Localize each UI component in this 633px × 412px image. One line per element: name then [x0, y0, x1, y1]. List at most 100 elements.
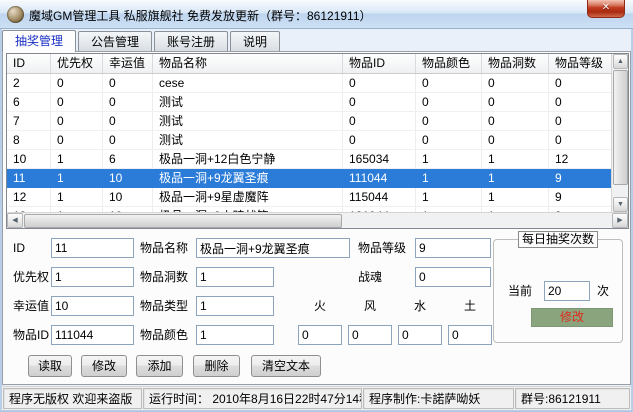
scroll-left-icon[interactable]: ◀ — [7, 213, 23, 228]
cell-priority: 0 — [51, 93, 103, 112]
cell-id: 12 — [7, 188, 51, 207]
read-button[interactable]: 读取 — [28, 355, 72, 377]
war-soul-field[interactable] — [415, 267, 491, 287]
cell-priority: 1 — [51, 150, 103, 169]
item-holes-label: 物品洞数 — [140, 267, 188, 287]
daily-draws-groupbox: 每日抽奖次数 当前 次 修改 — [493, 239, 623, 343]
cell-luck: 10 — [103, 169, 153, 188]
daily-modify-button[interactable]: 修改 — [531, 308, 613, 327]
luck-field[interactable] — [51, 296, 134, 316]
item-type-label: 物品类型 — [140, 296, 188, 316]
element-fire-label: 火 — [298, 296, 342, 316]
cell-item-color: 0 — [416, 93, 482, 112]
current-label: 当前 — [508, 281, 532, 301]
column-header-item-id[interactable]: 物品ID — [343, 54, 416, 73]
column-header-luck[interactable]: 幸运值 — [103, 54, 153, 73]
cell-item-name: 极品一洞+9龙翼圣痕 — [153, 169, 343, 188]
close-icon: ✕ — [602, 2, 610, 13]
cell-item-color: 1 — [416, 188, 482, 207]
table-vertical-scrollbar[interactable]: ▲ ▼ — [611, 54, 628, 212]
priority-field[interactable] — [51, 267, 134, 287]
table-row[interactable]: 10 1 6 极品一洞+12白色宁静 165034 1 1 12 — [7, 150, 612, 169]
cell-id: 11 — [7, 169, 51, 188]
column-header-item-name[interactable]: 物品名称 — [153, 54, 343, 73]
war-soul-label: 战魂 — [358, 267, 382, 287]
cell-item-name: 极品一洞+9星虚魔阵 — [153, 188, 343, 207]
cell-id: 7 — [7, 112, 51, 131]
cell-item-id: 115044 — [343, 188, 416, 207]
add-button[interactable]: 添加 — [136, 355, 183, 377]
cell-item-level: 0 — [549, 74, 612, 93]
cell-id: 6 — [7, 93, 51, 112]
column-header-priority[interactable]: 优先权 — [51, 54, 103, 73]
daily-draws-title: 每日抽奖次数 — [518, 231, 598, 248]
item-name-label: 物品名称 — [140, 238, 188, 258]
cell-item-level: 12 — [549, 150, 612, 169]
vertical-scroll-thumb[interactable] — [613, 70, 628, 185]
table-row-selected[interactable]: 11 1 10 极品一洞+9龙翼圣痕 111044 1 1 9 — [7, 169, 612, 188]
status-group-number: 群号:86121911 — [515, 388, 630, 409]
cell-id: 10 — [7, 150, 51, 169]
tab-page-lottery: ID 优先权 幸运值 物品名称 物品ID 物品颜色 物品洞数 物品等级 2 0 … — [2, 51, 631, 385]
item-color-field[interactable] — [196, 325, 274, 345]
cell-item-name: 测试 — [153, 131, 343, 150]
column-header-item-holes[interactable]: 物品洞数 — [482, 54, 549, 73]
delete-button[interactable]: 删除 — [193, 355, 240, 377]
status-copyright: 程序无版权 欢迎来盗版 — [3, 388, 142, 409]
scroll-up-icon[interactable]: ▲ — [613, 54, 628, 69]
close-button[interactable]: ✕ — [587, 0, 625, 18]
table-row[interactable]: 12 1 10 极品一洞+9星虚魔阵 115044 1 1 9 — [7, 188, 612, 207]
times-unit-label: 次 — [597, 281, 609, 301]
tab-label: 账号注册 — [167, 35, 215, 49]
scroll-down-icon[interactable]: ▼ — [613, 197, 628, 212]
cell-luck: 6 — [103, 150, 153, 169]
tab-account-register[interactable]: 账号注册 — [154, 31, 228, 52]
cell-item-holes: 0 — [482, 131, 549, 150]
item-id-field[interactable] — [51, 325, 134, 345]
cell-item-color: 0 — [416, 112, 482, 131]
tab-announcement-manage[interactable]: 公告管理 — [78, 31, 152, 52]
title-bar[interactable]: 魔域GM管理工具 私服旗舰社 免费发放更新（群号：86121911） ✕ — [0, 0, 633, 29]
table-row[interactable]: 8 0 0 测试 0 0 0 0 — [7, 131, 612, 150]
element-water-field[interactable] — [398, 325, 442, 345]
app-icon — [7, 6, 24, 23]
items-table: ID 优先权 幸运值 物品名称 物品ID 物品颜色 物品洞数 物品等级 2 0 … — [6, 53, 629, 229]
cell-id: 2 — [7, 74, 51, 93]
horizontal-scroll-thumb[interactable] — [24, 214, 342, 228]
cell-item-holes: 1 — [482, 188, 549, 207]
tab-label: 公告管理 — [91, 35, 139, 49]
column-header-item-level[interactable]: 物品等级 — [549, 54, 612, 73]
cell-item-holes: 0 — [482, 93, 549, 112]
clear-text-button[interactable]: 清空文本 — [251, 355, 321, 377]
item-name-field[interactable] — [196, 238, 350, 258]
item-level-label: 物品等级 — [358, 238, 406, 258]
scroll-right-icon[interactable]: ▶ — [612, 213, 628, 228]
item-type-field[interactable] — [196, 296, 274, 316]
element-earth-field[interactable] — [448, 325, 492, 345]
daily-draws-field[interactable] — [544, 281, 590, 301]
id-label: ID — [13, 238, 25, 258]
table-row[interactable]: 2 0 0 cese 0 0 0 0 — [7, 74, 612, 93]
cell-item-id: 111044 — [343, 169, 416, 188]
status-runtime: 运行时间： 2010年8月16日22时47分14秒 — [143, 388, 362, 409]
modify-button[interactable]: 修改 — [81, 355, 127, 377]
status-bar: 程序无版权 欢迎来盗版 运行时间： 2010年8月16日22时47分14秒 程序… — [2, 386, 631, 410]
cell-luck: 0 — [103, 74, 153, 93]
cell-priority: 1 — [51, 188, 103, 207]
tab-help[interactable]: 说明 — [230, 31, 280, 52]
cell-item-id: 0 — [343, 93, 416, 112]
column-header-item-color[interactable]: 物品颜色 — [416, 54, 482, 73]
element-wind-field[interactable] — [348, 325, 392, 345]
element-fire-field[interactable] — [298, 325, 342, 345]
status-author: 程序制作:卡諾萨呦妖 — [363, 388, 514, 409]
cell-priority: 1 — [51, 169, 103, 188]
cell-priority: 0 — [51, 131, 103, 150]
table-row[interactable]: 7 0 0 测试 0 0 0 0 — [7, 112, 612, 131]
item-holes-field[interactable] — [196, 267, 274, 287]
column-header-id[interactable]: ID — [7, 54, 51, 73]
table-row[interactable]: 6 0 0 测试 0 0 0 0 — [7, 93, 612, 112]
tab-lottery-manage[interactable]: 抽奖管理 — [2, 30, 76, 52]
item-level-field[interactable] — [415, 238, 491, 258]
table-horizontal-scrollbar[interactable]: ◀ ▶ — [7, 212, 628, 228]
id-field[interactable] — [51, 238, 134, 258]
